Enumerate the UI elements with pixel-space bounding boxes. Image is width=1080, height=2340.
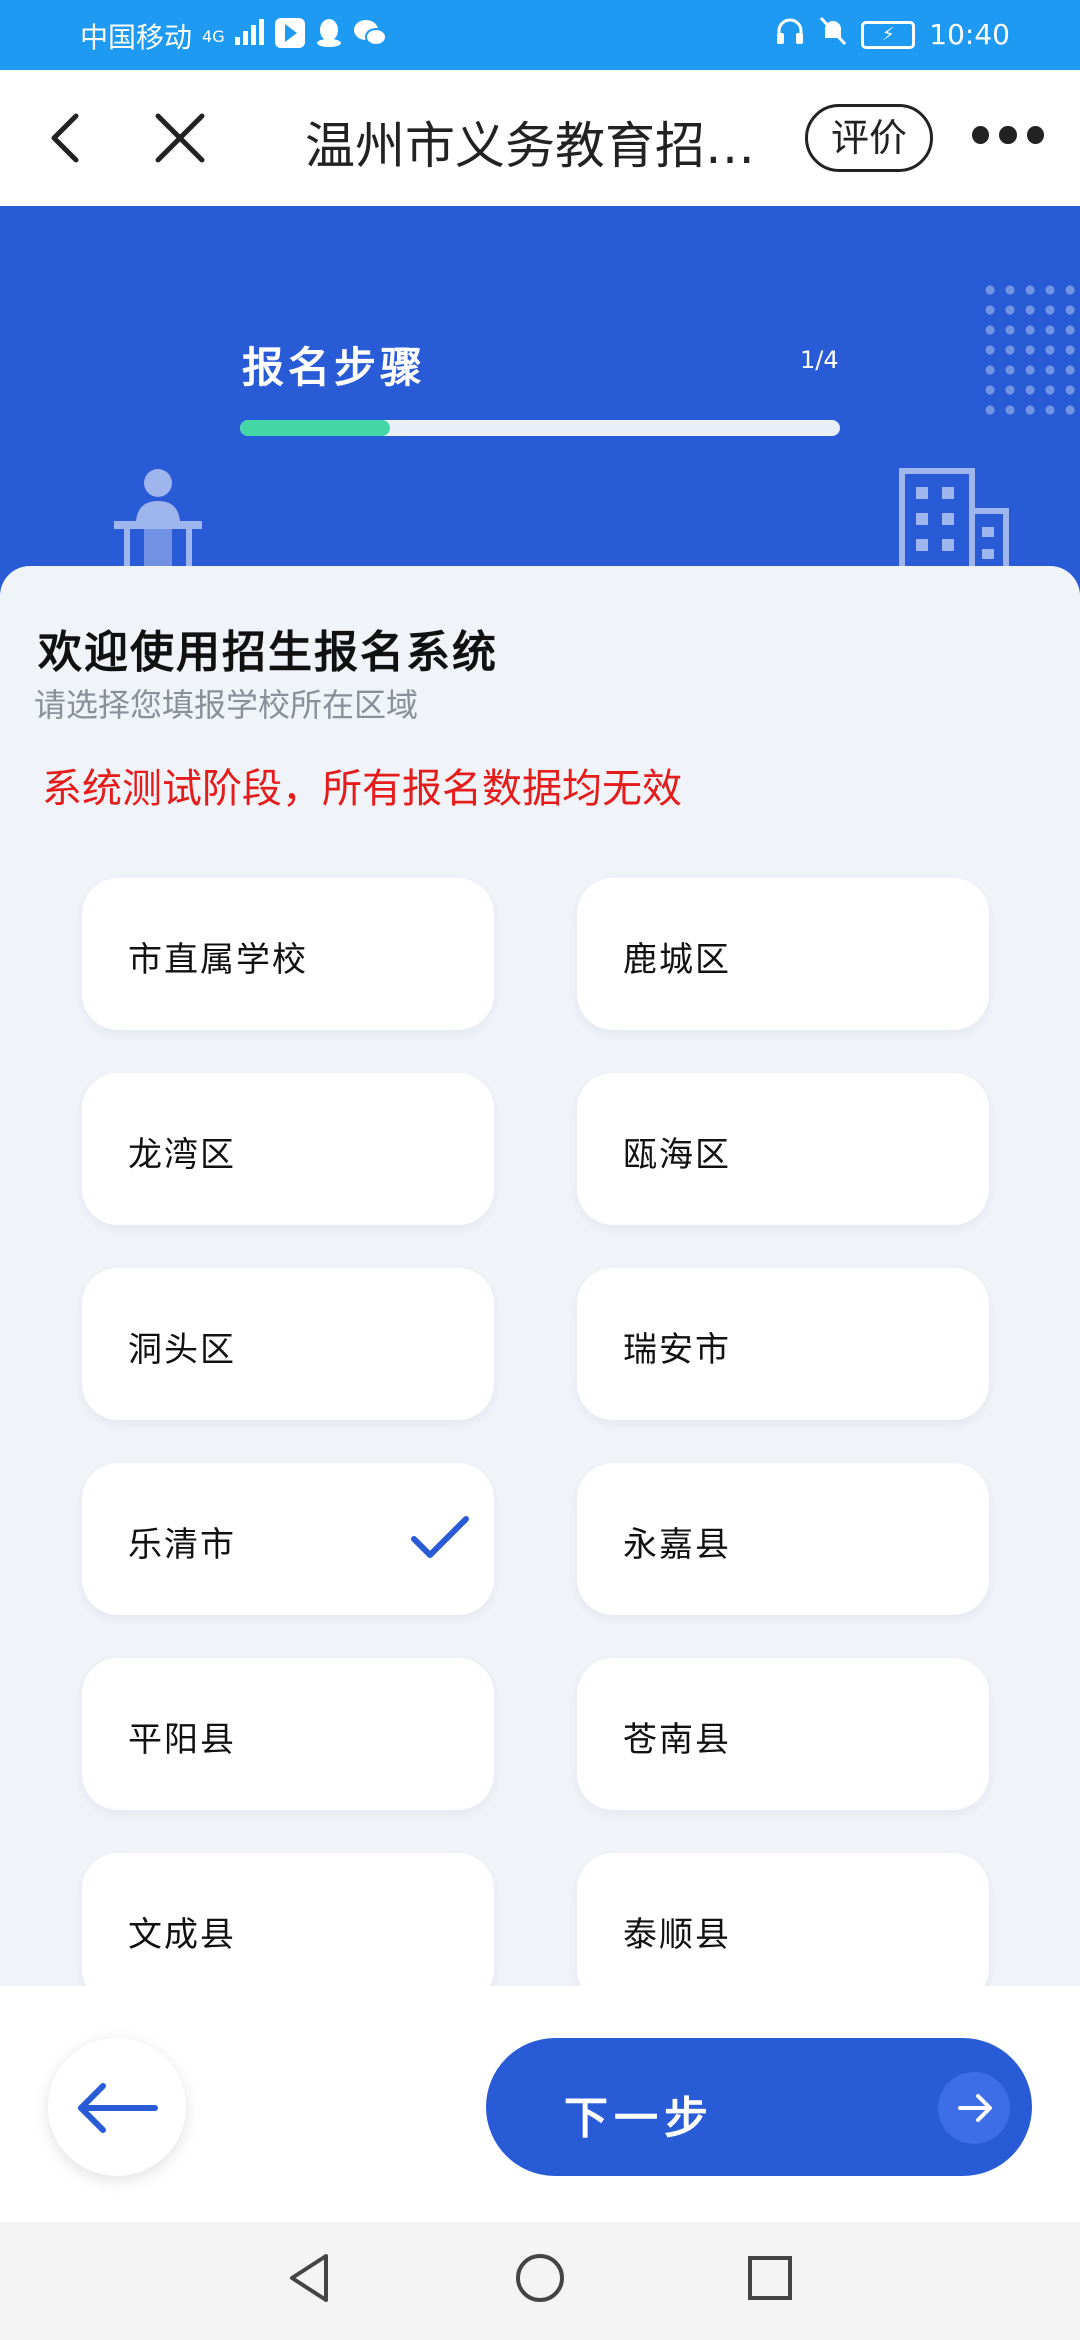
student-icon [108, 461, 208, 581]
bottom-bar: 下一步 [0, 1986, 1080, 2222]
region-option[interactable]: 永嘉县 [577, 1463, 989, 1615]
progress-bar [240, 420, 840, 436]
region-label: 瓯海区 [623, 1135, 731, 1175]
network-label: 4G [202, 26, 225, 46]
check-icon [408, 1513, 472, 1563]
region-label: 鹿城区 [623, 940, 731, 980]
test-notice: 系统测试阶段，所有报名数据均无效 [42, 766, 682, 812]
region-option[interactable]: 平阳县 [82, 1658, 494, 1810]
region-option[interactable]: 鹿城区 [577, 878, 989, 1030]
region-label: 文成县 [128, 1915, 236, 1955]
region-option[interactable]: 市直属学校 [82, 878, 494, 1030]
nav-recent-icon[interactable] [742, 2250, 798, 2310]
more-icon[interactable] [972, 126, 1044, 150]
region-option[interactable]: 瑞安市 [577, 1268, 989, 1420]
main-card: 欢迎使用招生报名系统 请选择您填报学校所在区域 系统测试阶段，所有报名数据均无效… [0, 566, 1080, 2005]
arrow-left-icon [78, 2083, 158, 2133]
region-label: 乐清市 [128, 1525, 236, 1565]
signal-icon [234, 18, 265, 54]
page-title: 温州市义务教育招… [305, 117, 755, 175]
dots-decoration [980, 280, 1080, 420]
status-right: ⚡ 10:40 [775, 16, 1010, 53]
region-option[interactable]: 洞头区 [82, 1268, 494, 1420]
region-label: 龙湾区 [128, 1135, 236, 1175]
back-icon[interactable] [38, 108, 98, 168]
nav-back-icon[interactable] [282, 2250, 338, 2310]
progress-fill [240, 420, 390, 436]
region-option[interactable]: 苍南县 [577, 1658, 989, 1810]
close-icon[interactable] [150, 108, 210, 168]
rate-button[interactable]: 评价 [805, 104, 933, 172]
hero-banner: 报名步骤 1/4 [0, 206, 1080, 606]
battery-icon: ⚡ [861, 20, 916, 49]
status-left: 中国移动 4G [80, 16, 387, 56]
step-count: 1/4 [800, 346, 839, 374]
region-option[interactable]: 文成县 [82, 1853, 494, 2005]
wechat-icon [353, 19, 387, 54]
region-label: 瑞安市 [623, 1330, 731, 1370]
mute-icon [819, 16, 847, 53]
arrow-right-icon [938, 2072, 1010, 2144]
region-option[interactable]: 瓯海区 [577, 1073, 989, 1225]
headphones-icon [775, 17, 805, 52]
region-label: 永嘉县 [623, 1525, 731, 1565]
nav-home-icon[interactable] [512, 2250, 568, 2310]
qq-icon [315, 18, 343, 55]
region-option[interactable]: 泰顺县 [577, 1853, 989, 2005]
carrier-label: 中国移动 [80, 21, 193, 54]
subtitle: 请选择您填报学校所在区域 [34, 686, 419, 724]
step-title: 报名步骤 [242, 343, 427, 392]
region-label: 洞头区 [128, 1330, 236, 1370]
next-label: 下一步 [564, 2093, 714, 2144]
region-label: 平阳县 [128, 1720, 236, 1760]
prev-button[interactable] [48, 2038, 186, 2176]
app-header: 温州市义务教育招… 评价 [0, 70, 1080, 206]
system-nav-bar [0, 2222, 1080, 2340]
status-bar: 中国移动 4G ⚡ 10:40 [0, 0, 1080, 70]
building-icon [892, 451, 1012, 584]
app-notification-icon [274, 17, 305, 55]
time-label: 10:40 [929, 18, 1010, 51]
next-button[interactable]: 下一步 [486, 2038, 1032, 2176]
region-option[interactable]: 乐清市 [82, 1463, 494, 1615]
region-option[interactable]: 龙湾区 [82, 1073, 494, 1225]
welcome-title: 欢迎使用招生报名系统 [38, 627, 498, 678]
region-label: 苍南县 [623, 1720, 731, 1760]
region-label: 市直属学校 [128, 940, 308, 980]
region-label: 泰顺县 [623, 1915, 731, 1955]
